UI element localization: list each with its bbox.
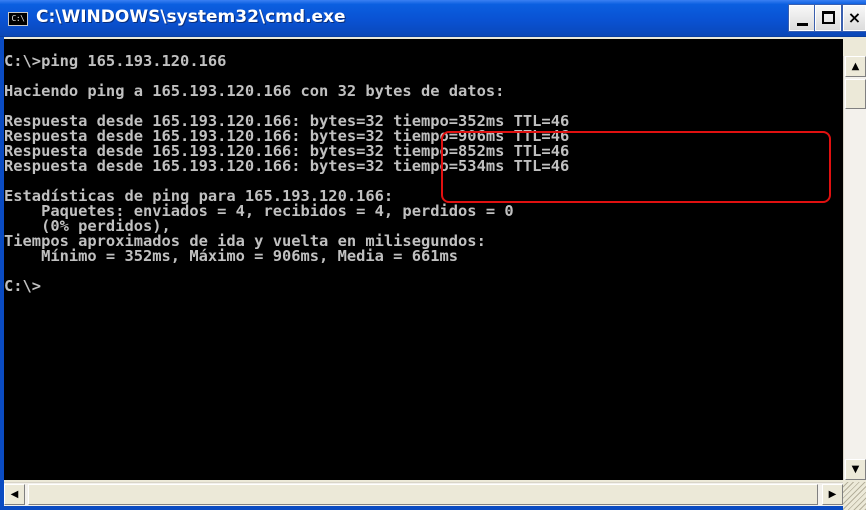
close-button[interactable]: × xyxy=(842,4,866,32)
console-line: Respuesta desde 165.193.120.166: bytes=3… xyxy=(4,157,570,175)
title-bar[interactable]: C:\ C:\WINDOWS\system32\cmd.exe × xyxy=(0,0,866,37)
arrow-left-icon: ◀ xyxy=(10,489,19,500)
console-line: C:\>ping 165.193.120.166 xyxy=(4,52,227,70)
maximize-button[interactable] xyxy=(814,4,842,32)
window-frame-bottom xyxy=(0,506,843,510)
arrow-down-icon: ▼ xyxy=(851,464,860,475)
console-text: C:\>ping 165.193.120.166 Haciendo ping a … xyxy=(4,39,569,294)
cmd-window: C:\ C:\WINDOWS\system32\cmd.exe × C:\>pi… xyxy=(0,0,866,510)
console-output[interactable]: C:\>ping 165.193.120.166 Haciendo ping a … xyxy=(4,39,843,480)
horizontal-scrollbar[interactable]: ◀ ▶ xyxy=(4,482,843,506)
console-line: Haciendo ping a 165.193.120.166 con 32 b… xyxy=(4,82,505,100)
vertical-scroll-thumb[interactable] xyxy=(845,79,866,109)
scroll-down-button[interactable]: ▼ xyxy=(845,459,866,480)
resize-grip[interactable] xyxy=(843,482,866,510)
minimize-button[interactable] xyxy=(788,4,816,32)
horizontal-scroll-thumb[interactable] xyxy=(28,484,818,505)
arrow-right-icon: ▶ xyxy=(828,489,837,500)
vertical-scrollbar[interactable]: ▲ ▼ xyxy=(843,56,866,480)
window-title: C:\WINDOWS\system32\cmd.exe xyxy=(36,7,346,27)
console-line: Mínimo = 352ms, Máximo = 906ms, Media = … xyxy=(4,247,459,265)
console-line: C:\> xyxy=(4,277,42,295)
cmd-app-icon[interactable]: C:\ xyxy=(8,12,28,26)
maximize-icon xyxy=(822,11,835,24)
arrow-up-icon: ▲ xyxy=(851,61,860,72)
scroll-right-button[interactable]: ▶ xyxy=(822,484,843,505)
close-icon: × xyxy=(847,8,862,27)
scroll-up-button[interactable]: ▲ xyxy=(845,56,866,77)
minimize-icon xyxy=(797,23,808,26)
scroll-left-button[interactable]: ◀ xyxy=(4,484,25,505)
